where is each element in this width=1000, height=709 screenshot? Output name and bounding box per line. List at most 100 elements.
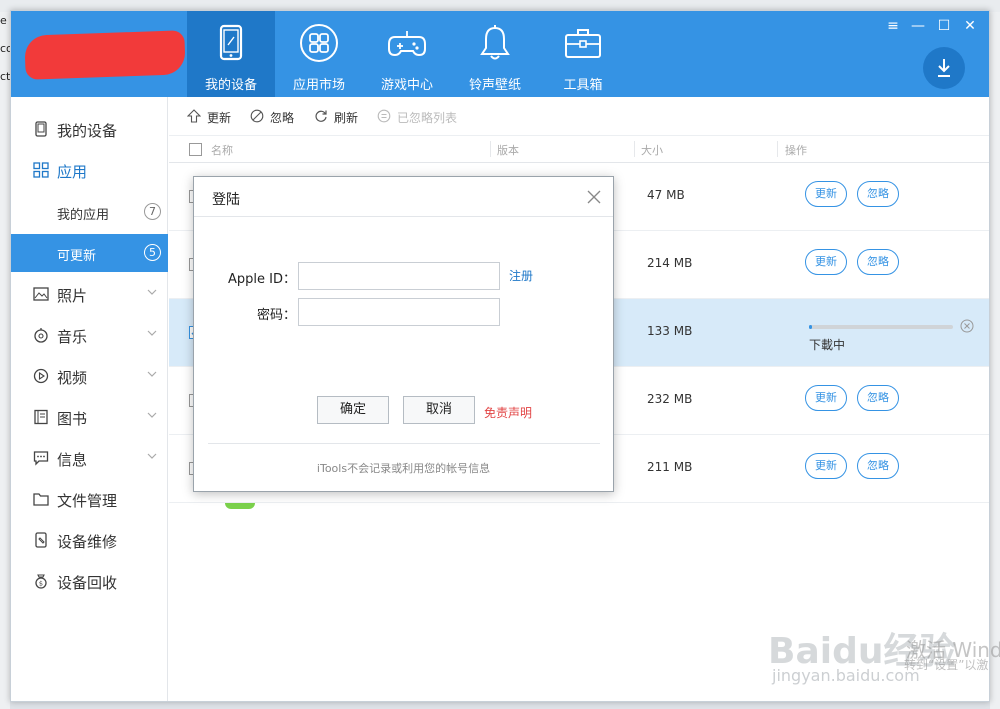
count-badge: 7 (144, 203, 161, 220)
photo-icon (33, 287, 49, 301)
chevron-down-icon[interactable] (147, 287, 157, 297)
sidebar-item-my-device[interactable]: 我的设备 (11, 110, 168, 148)
video-icon (33, 368, 49, 384)
download-progress-fill (809, 325, 812, 329)
divider (194, 216, 613, 217)
sidebar-item-updatable[interactable]: 可更新 5 (11, 234, 168, 272)
sidebar-item-video[interactable]: 视频 (11, 357, 168, 395)
book-icon (34, 409, 48, 425)
column-divider (777, 141, 778, 157)
tab-label: 我的设备 (204, 78, 257, 93)
chevron-down-icon[interactable] (147, 451, 157, 461)
dialog-title: 登陆 (212, 192, 240, 208)
apps-icon (33, 162, 49, 178)
update-button[interactable]: 更新 (805, 385, 847, 411)
password-input[interactable] (298, 298, 500, 326)
update-button[interactable]: 更新 (805, 249, 847, 275)
toolbox-icon (565, 29, 601, 58)
update-button[interactable]: 更新 (805, 181, 847, 207)
ignored-list-button[interactable]: 已忽略列表 (377, 108, 462, 126)
tab-ringtone-wallpaper[interactable]: 铃声壁纸 (451, 11, 539, 97)
cancel-download-icon[interactable] (960, 319, 974, 333)
app-size: 47 MB (647, 188, 685, 202)
list-icon (377, 109, 391, 123)
ignore-app-button[interactable]: 忽略 (857, 249, 899, 275)
tab-toolbox[interactable]: 工具箱 (539, 11, 627, 97)
cancel-button[interactable]: 取消 (403, 396, 475, 424)
column-header-action: 操作 (785, 144, 807, 157)
background-text-fragment: e (0, 14, 7, 27)
ignore-button[interactable]: 忽略 (250, 108, 300, 126)
ignore-app-button[interactable]: 忽略 (857, 385, 899, 411)
menu-icon[interactable]: ≡ (884, 17, 902, 35)
sidebar-item-label: 音乐 (57, 328, 88, 346)
top-nav-bar: 我的设备 应用市场 游戏中心 铃声壁纸 工具箱 ≡ — ☐ ✕ (11, 11, 989, 97)
minimize-button[interactable]: — (909, 17, 927, 35)
app-size: 214 MB (647, 256, 693, 270)
chevron-down-icon[interactable] (147, 328, 157, 338)
sidebar-item-device-recycle[interactable]: $ 设备回收 (11, 562, 168, 600)
divider (208, 443, 600, 444)
bell-icon (480, 25, 510, 60)
select-all-checkbox[interactable] (189, 143, 202, 156)
ignore-app-button[interactable]: 忽略 (857, 181, 899, 207)
chevron-down-icon[interactable] (147, 369, 157, 379)
sidebar-item-device-repair[interactable]: 设备维修 (11, 521, 168, 559)
count-badge: 5 (144, 244, 161, 261)
confirm-button[interactable]: 确定 (317, 396, 389, 424)
password-label: 密码： (256, 308, 296, 323)
maximize-button[interactable]: ☐ (935, 17, 953, 35)
toolbar: 更新 忽略 刷新 已忽略列表 (169, 97, 989, 135)
ignore-icon (250, 109, 264, 123)
sidebar-item-label: 信息 (57, 451, 88, 469)
sidebar-item-apps[interactable]: 应用 (11, 151, 168, 189)
sidebar-item-file-manager[interactable]: 文件管理 (11, 480, 168, 518)
sidebar-item-photos[interactable]: 照片 (11, 275, 168, 313)
tab-game-center[interactable]: 游戏中心 (363, 11, 451, 97)
tab-label: 铃声壁纸 (468, 78, 521, 93)
sidebar-item-books[interactable]: 图书 (11, 398, 168, 436)
watermark-url: jingyan.baidu.com (772, 666, 920, 685)
sidebar-item-my-apps[interactable]: 我的应用 7 (11, 193, 168, 231)
ignore-app-button[interactable]: 忽略 (857, 453, 899, 479)
sidebar-item-label: 我的设备 (57, 122, 118, 140)
app-size: 133 MB (647, 324, 693, 338)
sidebar-item-label: 设备回收 (57, 574, 118, 592)
app-size: 232 MB (647, 392, 693, 406)
apple-id-input[interactable] (298, 262, 500, 290)
sidebar-item-label: 文件管理 (57, 492, 118, 510)
sidebar-item-label: 应用 (57, 163, 88, 181)
recycle-icon: $ (35, 574, 47, 589)
close-icon[interactable] (586, 189, 602, 205)
close-button[interactable]: ✕ (961, 17, 979, 35)
list-end (169, 503, 989, 509)
message-icon (33, 451, 49, 466)
download-status: 下載中 (809, 338, 846, 352)
update-button[interactable]: 更新 (805, 453, 847, 479)
column-header-name: 名称 (211, 144, 233, 157)
background-text-fragment: ct (0, 70, 11, 83)
apple-id-label: Apple ID： (228, 272, 296, 287)
phone-icon (35, 121, 47, 137)
music-icon (34, 328, 48, 343)
tab-my-device[interactable]: 我的设备 (187, 11, 275, 97)
refresh-button[interactable]: 刷新 (314, 108, 364, 126)
column-divider (634, 141, 635, 157)
apps-grid-icon (300, 24, 338, 62)
update-all-button[interactable]: 更新 (187, 108, 237, 126)
arrow-up-icon (187, 109, 201, 123)
column-divider (490, 141, 491, 157)
chevron-down-icon[interactable] (147, 410, 157, 420)
privacy-note: iTools不会记录或利用您的帐号信息 (316, 462, 491, 475)
tab-app-market[interactable]: 应用市场 (275, 11, 363, 97)
sidebar-item-music[interactable]: 音乐 (11, 316, 168, 354)
register-link[interactable]: 注册 (509, 267, 533, 284)
svg-text:$: $ (39, 580, 43, 588)
disclaimer-link[interactable]: 免责声明 (484, 404, 532, 421)
windows-activation-subtitle: 转到“设置”以激 (904, 658, 989, 672)
desktop-right-strip (990, 12, 1000, 709)
download-manager-button[interactable] (923, 47, 965, 89)
sidebar-item-messages[interactable]: 信息 (11, 439, 168, 477)
gamepad-icon (388, 31, 426, 57)
redacted-logo (24, 30, 186, 80)
